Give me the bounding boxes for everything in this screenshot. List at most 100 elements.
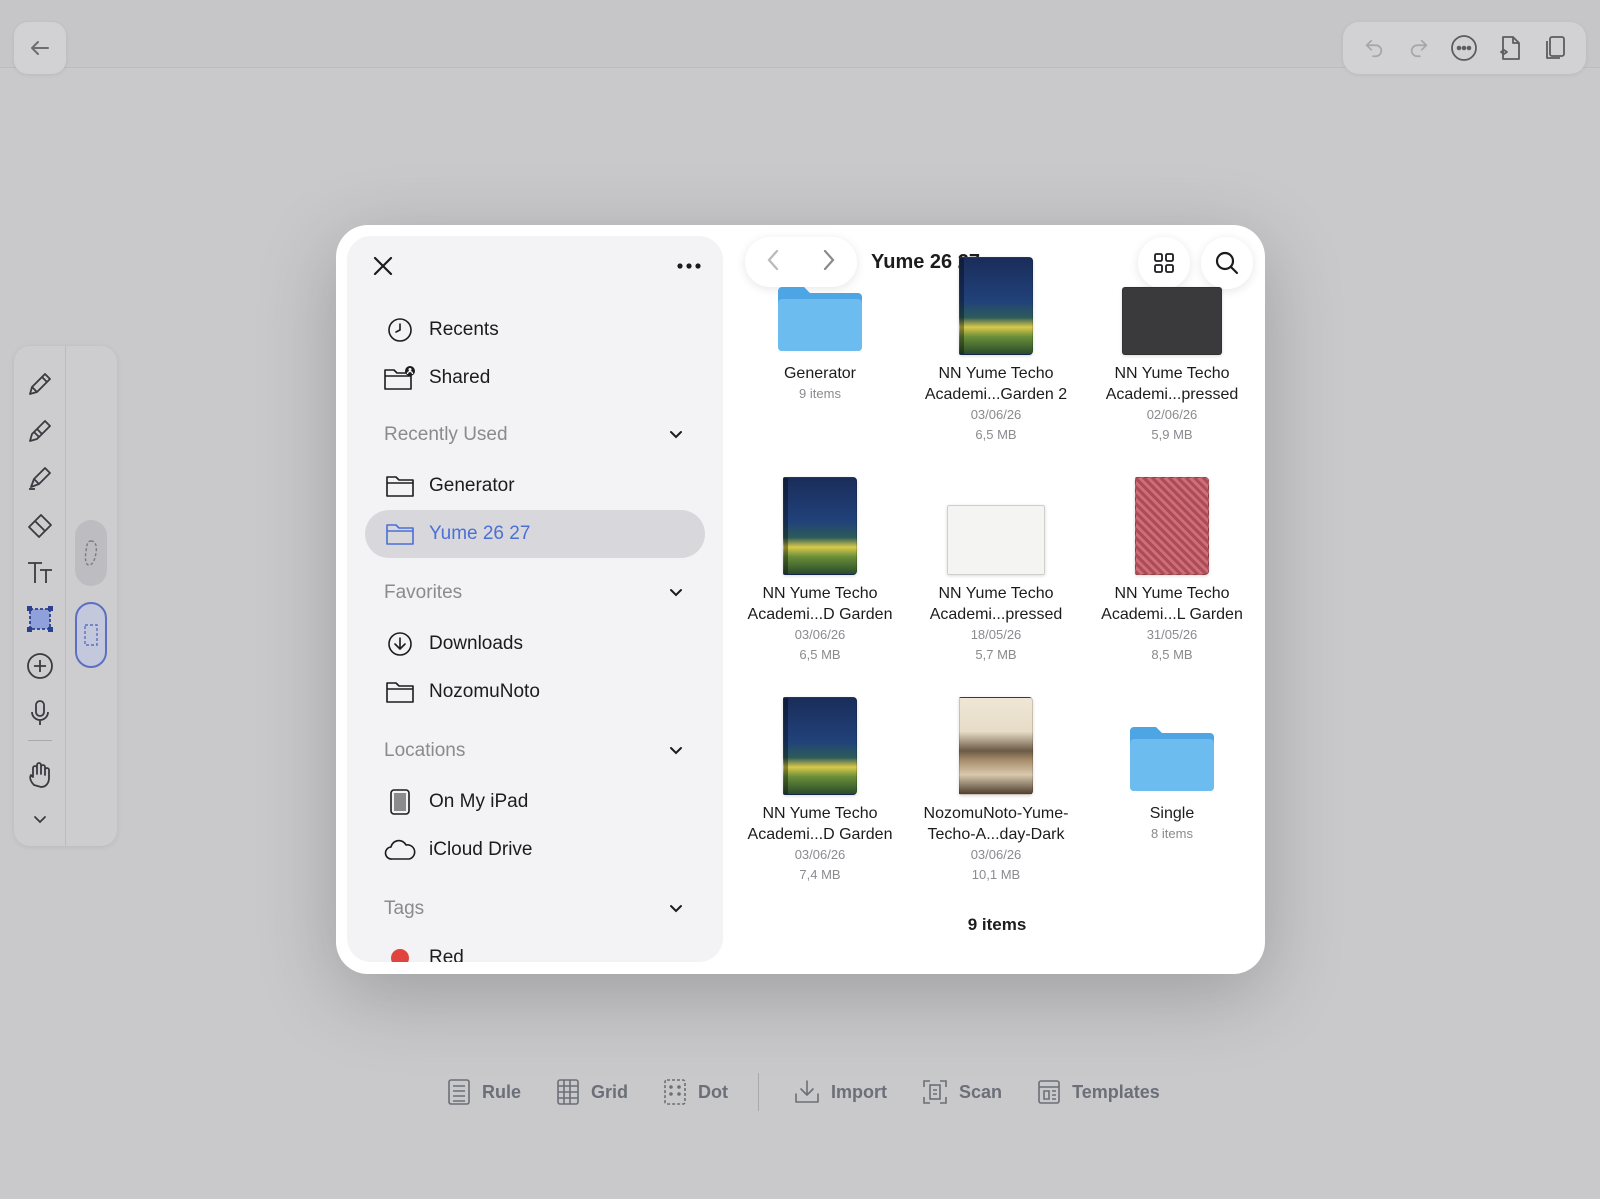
rule-button[interactable]: Rule: [446, 1078, 521, 1106]
file-meta: 03/06/26 10,1 MB: [970, 847, 1022, 882]
scan-icon: [923, 1080, 947, 1104]
tag-red-dot-icon: [383, 941, 417, 962]
tool-palette: [14, 346, 117, 846]
pen-icon: [29, 373, 51, 395]
rect-select-mode-button[interactable]: [75, 602, 107, 668]
sidebar-item-recents[interactable]: Recents: [365, 306, 705, 354]
sidebar-item-nozomunoto[interactable]: NozomuNoto: [365, 668, 705, 716]
file-item-pressed-spread[interactable]: NN Yume Techo Academi...pressed 18/05/26 5…: [908, 471, 1084, 665]
file-picker-sidebar: Recents Shared Recently Used Generator Y…: [347, 236, 723, 962]
file-item-day-dark[interactable]: NozomuNoto-Yume- Techo-A...day-Dark 03/06…: [908, 691, 1084, 885]
sidebar-item-downloads[interactable]: Downloads: [365, 620, 705, 668]
sidebar-item-icloud-drive[interactable]: iCloud Drive: [365, 826, 705, 874]
file-name: NN Yume Techo Academi...D Garden: [747, 585, 893, 623]
pencil-icon: [29, 420, 51, 442]
rule-label: Rule: [482, 1081, 522, 1102]
templates-button[interactable]: Templates: [1036, 1078, 1160, 1106]
section-tags[interactable]: Tags: [384, 894, 684, 924]
sidebar-item-label: Downloads: [429, 633, 523, 654]
file-meta: 02/06/26 5,9 MB: [1146, 407, 1198, 442]
text-tool[interactable]: [22, 554, 58, 590]
pen-tool[interactable]: [22, 366, 58, 402]
file-item-generator[interactable]: Generator 9 items: [732, 251, 908, 404]
clock-icon: [383, 313, 417, 347]
notebook-cover-thumbnail: [1135, 477, 1209, 575]
top-right-toolbar: [1343, 22, 1586, 74]
file-name: NozomuNoto-Yume- Techo-A...day-Dark: [923, 805, 1069, 843]
folder-icon: [383, 469, 417, 503]
more-button[interactable]: [1446, 30, 1482, 66]
file-meta: 8 items: [1151, 826, 1193, 841]
hand-tool[interactable]: [22, 756, 58, 792]
sidebar-item-yume-26-27[interactable]: Yume 26 27: [365, 510, 705, 558]
undo-button[interactable]: [1356, 30, 1392, 66]
close-icon: [373, 256, 393, 276]
notebook-cover-thumbnail: [1122, 287, 1222, 355]
sidebar-item-label: Shared: [429, 367, 491, 388]
sidebar-item-on-my-ipad[interactable]: On My iPad: [365, 778, 705, 826]
file-meta: 18/05/26 5,7 MB: [970, 627, 1022, 662]
folder-icon: [383, 517, 417, 551]
microphone-tool[interactable]: [22, 695, 58, 731]
section-locations[interactable]: Locations: [384, 736, 684, 766]
back-button[interactable]: [14, 22, 66, 74]
file-meta: 03/06/26 6,5 MB: [970, 407, 1022, 442]
section-favorites[interactable]: Favorites: [384, 578, 684, 608]
file-name: NN Yume Techo Academi...L Garden: [1101, 585, 1243, 623]
pencil-tool[interactable]: [22, 413, 58, 449]
sidebar-item-label: Red: [429, 947, 464, 962]
import-icon: [795, 1080, 819, 1103]
redo-button[interactable]: [1401, 30, 1437, 66]
templates-icon: [1038, 1080, 1060, 1104]
sidebar-item-generator[interactable]: Generator: [365, 462, 705, 510]
arrow-left-icon: [31, 41, 49, 55]
shared-folder-icon: [383, 361, 417, 395]
section-title: Tags: [384, 898, 425, 919]
undo-icon: [1365, 39, 1382, 58]
chevron-down-icon: [670, 589, 682, 597]
file-grid: Generator 9 items NN Yume Techo Academi..…: [732, 255, 1262, 895]
collapse-tools-button[interactable]: [22, 802, 58, 838]
folder-thumbnail-icon: [778, 287, 862, 351]
text-icon: [28, 562, 52, 583]
sidebar-item-label: Generator: [429, 475, 515, 496]
pages-button[interactable]: [1537, 30, 1573, 66]
sidebar-item-shared[interactable]: Shared: [365, 354, 705, 402]
section-recently-used[interactable]: Recently Used: [384, 420, 684, 450]
file-picker-dialog: Recents Shared Recently Used Generator Y…: [336, 225, 1265, 974]
highlighter-tool[interactable]: [22, 460, 58, 496]
sidebar-item-label: iCloud Drive: [429, 839, 533, 860]
grid-button[interactable]: Grid: [555, 1078, 628, 1106]
selection-tool[interactable]: [22, 601, 58, 637]
file-item-pressed-dark[interactable]: NN Yume Techo Academi...pressed 02/06/26 5…: [1084, 251, 1260, 445]
file-name: NN Yume Techo Academi...D Garden: [747, 805, 893, 843]
file-meta: 9 items: [799, 386, 841, 401]
items-count: 9 items: [967, 915, 1027, 934]
scan-button[interactable]: Scan: [921, 1078, 1002, 1106]
new-page-icon: [1499, 36, 1520, 60]
chevron-down-icon: [34, 816, 46, 824]
close-button[interactable]: [367, 250, 399, 282]
sidebar-item-tag-red[interactable]: Red: [365, 934, 705, 962]
add-tool[interactable]: [22, 648, 58, 684]
dot-button[interactable]: Dot: [662, 1078, 728, 1106]
import-button[interactable]: Import: [793, 1078, 887, 1106]
top-bar: [0, 0, 1600, 74]
file-item-l-garden[interactable]: NN Yume Techo Academi...L Garden 31/05/26…: [1084, 471, 1260, 665]
sidebar-more-button[interactable]: [673, 250, 705, 282]
import-label: Import: [831, 1081, 888, 1102]
new-page-button[interactable]: [1492, 30, 1528, 66]
section-title: Favorites: [384, 582, 463, 603]
highlighter-icon: [29, 467, 51, 490]
dot-label: Dot: [698, 1081, 729, 1102]
notebook-cover-thumbnail: [947, 505, 1045, 575]
selection-icon: [27, 606, 53, 632]
file-item-single[interactable]: Single 8 items: [1084, 691, 1260, 844]
file-name: Generator: [783, 365, 857, 382]
file-item-d-garden[interactable]: NN Yume Techo Academi...D Garden 03/06/26…: [732, 471, 908, 665]
file-name: NN Yume Techo Academi...Garden 2: [924, 365, 1068, 403]
file-item-garden-2[interactable]: NN Yume Techo Academi...Garden 2 03/06/26…: [908, 251, 1084, 445]
file-item-d-garden-2[interactable]: NN Yume Techo Academi...D Garden 03/06/26…: [732, 691, 908, 885]
eraser-tool[interactable]: [22, 507, 58, 543]
lasso-mode-button[interactable]: [75, 520, 107, 586]
